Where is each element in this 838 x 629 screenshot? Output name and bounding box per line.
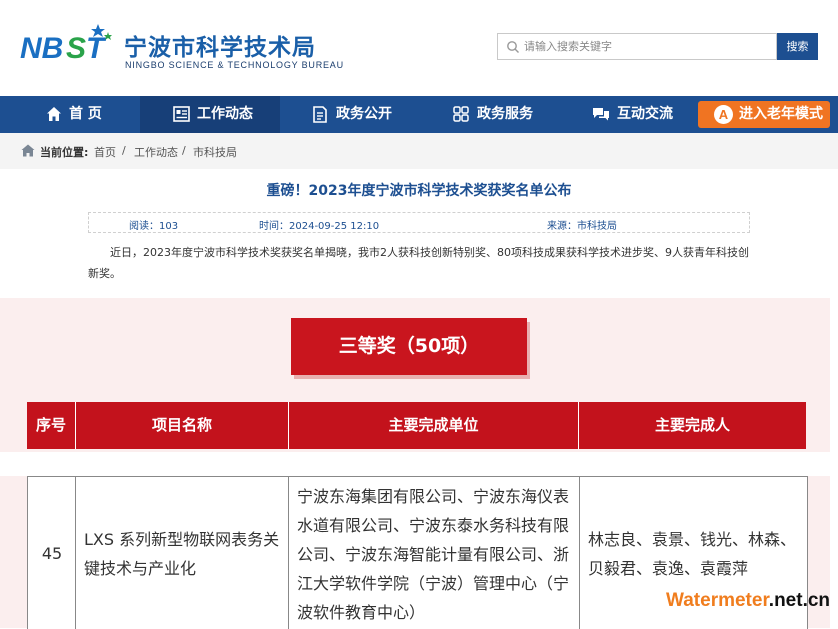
elder-mode-label: 进入老年模式 bbox=[739, 106, 823, 122]
article-meta: 阅读：103 时间：2024-09-25 12:10 来源：市科技局 bbox=[88, 212, 750, 233]
location-home-icon bbox=[21, 144, 35, 157]
article-title: 重磅！2023年度宁波市科学技术奖获奖名单公布 bbox=[266, 183, 572, 199]
nav-gov-public-label: 政务公开 bbox=[336, 106, 392, 122]
cell-units: 宁波东海集团有限公司、宁波东海仪表水道有限公司、宁波东泰水务科技有限公司、宁波东… bbox=[289, 477, 580, 629]
watermark: Watermeter.net.cn bbox=[666, 590, 830, 612]
nav-gov-service-label: 政务服务 bbox=[477, 106, 533, 122]
cell-no: 45 bbox=[27, 477, 76, 629]
nav-interaction-label: 互动交流 bbox=[617, 106, 673, 122]
elder-mode-badge-icon: A bbox=[714, 105, 733, 124]
nbst-logo[interactable]: NB S T bbox=[18, 18, 118, 70]
search-box bbox=[497, 33, 777, 60]
breadcrumb-sep: / bbox=[182, 144, 186, 157]
elder-mode-button[interactable]: A 进入老年模式 bbox=[698, 101, 830, 128]
document-icon bbox=[313, 106, 327, 123]
cell-people-text: 林志良、袁景、钱光、林森、贝毅君、袁逸、袁霞萍 bbox=[588, 530, 797, 578]
article-source: 来源：市科技局 bbox=[547, 221, 617, 232]
svg-text:NB: NB bbox=[20, 32, 63, 65]
cell-project-text: LXS 系列新型物联网表务关键技术与产业化 bbox=[84, 530, 280, 578]
col-people-header: 主要完成人 bbox=[654, 416, 730, 434]
nav-home[interactable]: 首 页 bbox=[0, 96, 140, 133]
breadcrumb-work-news[interactable]: 工作动态 bbox=[134, 144, 178, 160]
breadcrumb: 当前位置: 首页 / 工作动态 / 市科技局 bbox=[0, 133, 838, 169]
read-count: 阅读：103 bbox=[129, 221, 179, 232]
nav-gov-service[interactable]: 政务服务 bbox=[420, 96, 560, 133]
table-header: 序号 项目名称 主要完成单位 主要完成人 bbox=[27, 402, 806, 449]
col-no-header: 序号 bbox=[27, 402, 76, 449]
article-paragraph: 近日，2023年度宁波市科学技术奖获奖名单揭晓，我市2人获科技创新特别奖、80项… bbox=[88, 246, 749, 280]
home-icon bbox=[47, 107, 61, 121]
svg-text:T: T bbox=[86, 32, 107, 65]
search-button[interactable]: 搜索 bbox=[777, 33, 818, 60]
image-gap bbox=[0, 452, 838, 476]
svg-text:S: S bbox=[66, 32, 86, 65]
nav-home-label: 首 页 bbox=[69, 106, 102, 122]
news-icon bbox=[173, 106, 190, 122]
site-title: 宁波市科学技术局 bbox=[124, 35, 316, 61]
breadcrumb-bureau[interactable]: 市科技局 bbox=[193, 144, 237, 160]
col-units-header: 主要完成单位 bbox=[289, 402, 579, 449]
search-icon bbox=[507, 41, 519, 53]
watermark-a: Watermeter bbox=[666, 590, 769, 611]
col-project-header: 项目名称 bbox=[76, 402, 289, 449]
nav-work-news[interactable]: 工作动态 bbox=[140, 96, 280, 133]
cell-project: LXS 系列新型物联网表务关键技术与产业化 bbox=[76, 477, 289, 629]
chat-icon bbox=[593, 108, 609, 121]
breadcrumb-home[interactable]: 首页 bbox=[94, 144, 116, 160]
breadcrumb-prefix: 当前位置: bbox=[40, 146, 89, 159]
nav-gov-public[interactable]: 政务公开 bbox=[280, 96, 420, 133]
grid-icon bbox=[453, 106, 469, 122]
breadcrumb-sep: / bbox=[122, 144, 126, 157]
search-input[interactable] bbox=[524, 36, 770, 57]
watermark-b: .net.cn bbox=[768, 590, 831, 611]
site-subtitle: NINGBO SCIENCE & TECHNOLOGY BUREAU bbox=[125, 60, 344, 70]
publish-time: 时间：2024-09-25 12:10 bbox=[259, 221, 380, 232]
award-banner: 三等奖（50项） bbox=[291, 318, 527, 375]
cell-units-text: 宁波东海集团有限公司、宁波东海仪表水道有限公司、宁波东泰水务科技有限公司、宁波东… bbox=[297, 487, 570, 622]
cell-no-text: 45 bbox=[41, 544, 63, 563]
nav-work-news-label: 工作动态 bbox=[197, 106, 253, 122]
site-header: NB S T 宁波市科学技术局 NINGBO SCIENCE & TECHNOL… bbox=[0, 0, 838, 96]
nav-interaction[interactable]: 互动交流 bbox=[560, 96, 698, 133]
